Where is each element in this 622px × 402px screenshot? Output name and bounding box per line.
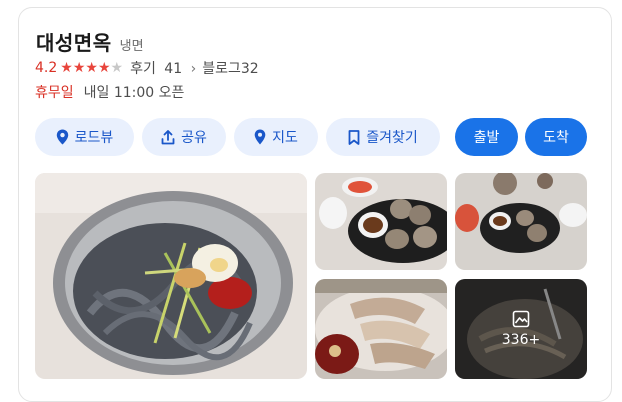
photo-image <box>455 173 587 270</box>
location-pin-icon <box>56 129 68 145</box>
chevron-right-icon: › <box>190 61 197 77</box>
photo-image <box>315 173 447 270</box>
favorite-label: 즐겨찾기 <box>366 130 418 146</box>
map-button[interactable]: 지도 <box>234 118 318 156</box>
more-photos-overlay[interactable]: 336+ <box>455 279 587 379</box>
star-icon: ★ <box>85 60 98 76</box>
photo-more[interactable]: 336+ <box>455 279 587 379</box>
bookmark-icon <box>348 129 360 145</box>
image-icon <box>512 310 530 328</box>
arrive-button[interactable]: 도착 <box>525 118 587 156</box>
roadview-button[interactable]: 로드뷰 <box>35 118 134 156</box>
rating-value: 4.2 <box>35 60 58 76</box>
share-icon <box>161 129 175 144</box>
status-badge: 휴무일 <box>35 85 74 101</box>
photo-image <box>315 279 447 379</box>
star-icon: ★ <box>110 60 124 76</box>
blog-label: 블로그 <box>202 61 241 77</box>
blog-link[interactable]: 블로그32 <box>202 58 258 78</box>
status-row: 휴무일 내일 11:00 오픈 <box>35 82 184 102</box>
more-photos-count: 336+ <box>501 332 541 348</box>
favorite-button[interactable]: 즐겨찾기 <box>326 118 440 156</box>
map-pin-icon <box>254 129 266 145</box>
reviews-label: 후기 <box>130 61 156 77</box>
photo-dumplings-table[interactable] <box>455 173 587 270</box>
reviews-count: 41 <box>164 61 183 77</box>
arrive-label: 도착 <box>543 130 569 146</box>
photo-dumplings-plate[interactable] <box>315 173 447 270</box>
star-icon: ★ <box>97 60 111 76</box>
meta-row: 4.2 ★ ★ ★ ★ ★ 후기 41 › 블로그32 <box>35 58 259 78</box>
share-button[interactable]: 공유 <box>142 118 226 156</box>
photo-naengmyeon[interactable] <box>35 173 307 379</box>
depart-button[interactable]: 출발 <box>455 118 518 156</box>
star-icon: ★ <box>72 60 86 76</box>
next-open-time: 내일 11:00 오픈 <box>83 85 185 101</box>
photo-sliced-meat[interactable] <box>315 279 447 379</box>
map-label: 지도 <box>272 130 298 146</box>
roadview-label: 로드뷰 <box>74 130 114 146</box>
depart-label: 출발 <box>473 130 500 146</box>
photo-image <box>35 173 307 379</box>
title-row: 대성면옥 냉면 <box>36 27 144 56</box>
reviews-link[interactable]: 후기 41 › <box>130 58 202 78</box>
rating-stars: ★ ★ ★ ★ ★ <box>60 61 123 75</box>
star-icon: ★ <box>60 60 73 76</box>
place-name[interactable]: 대성면옥 <box>36 27 112 56</box>
share-label: 공유 <box>181 130 207 146</box>
place-category: 냉면 <box>119 39 144 54</box>
blog-count: 32 <box>240 61 259 77</box>
